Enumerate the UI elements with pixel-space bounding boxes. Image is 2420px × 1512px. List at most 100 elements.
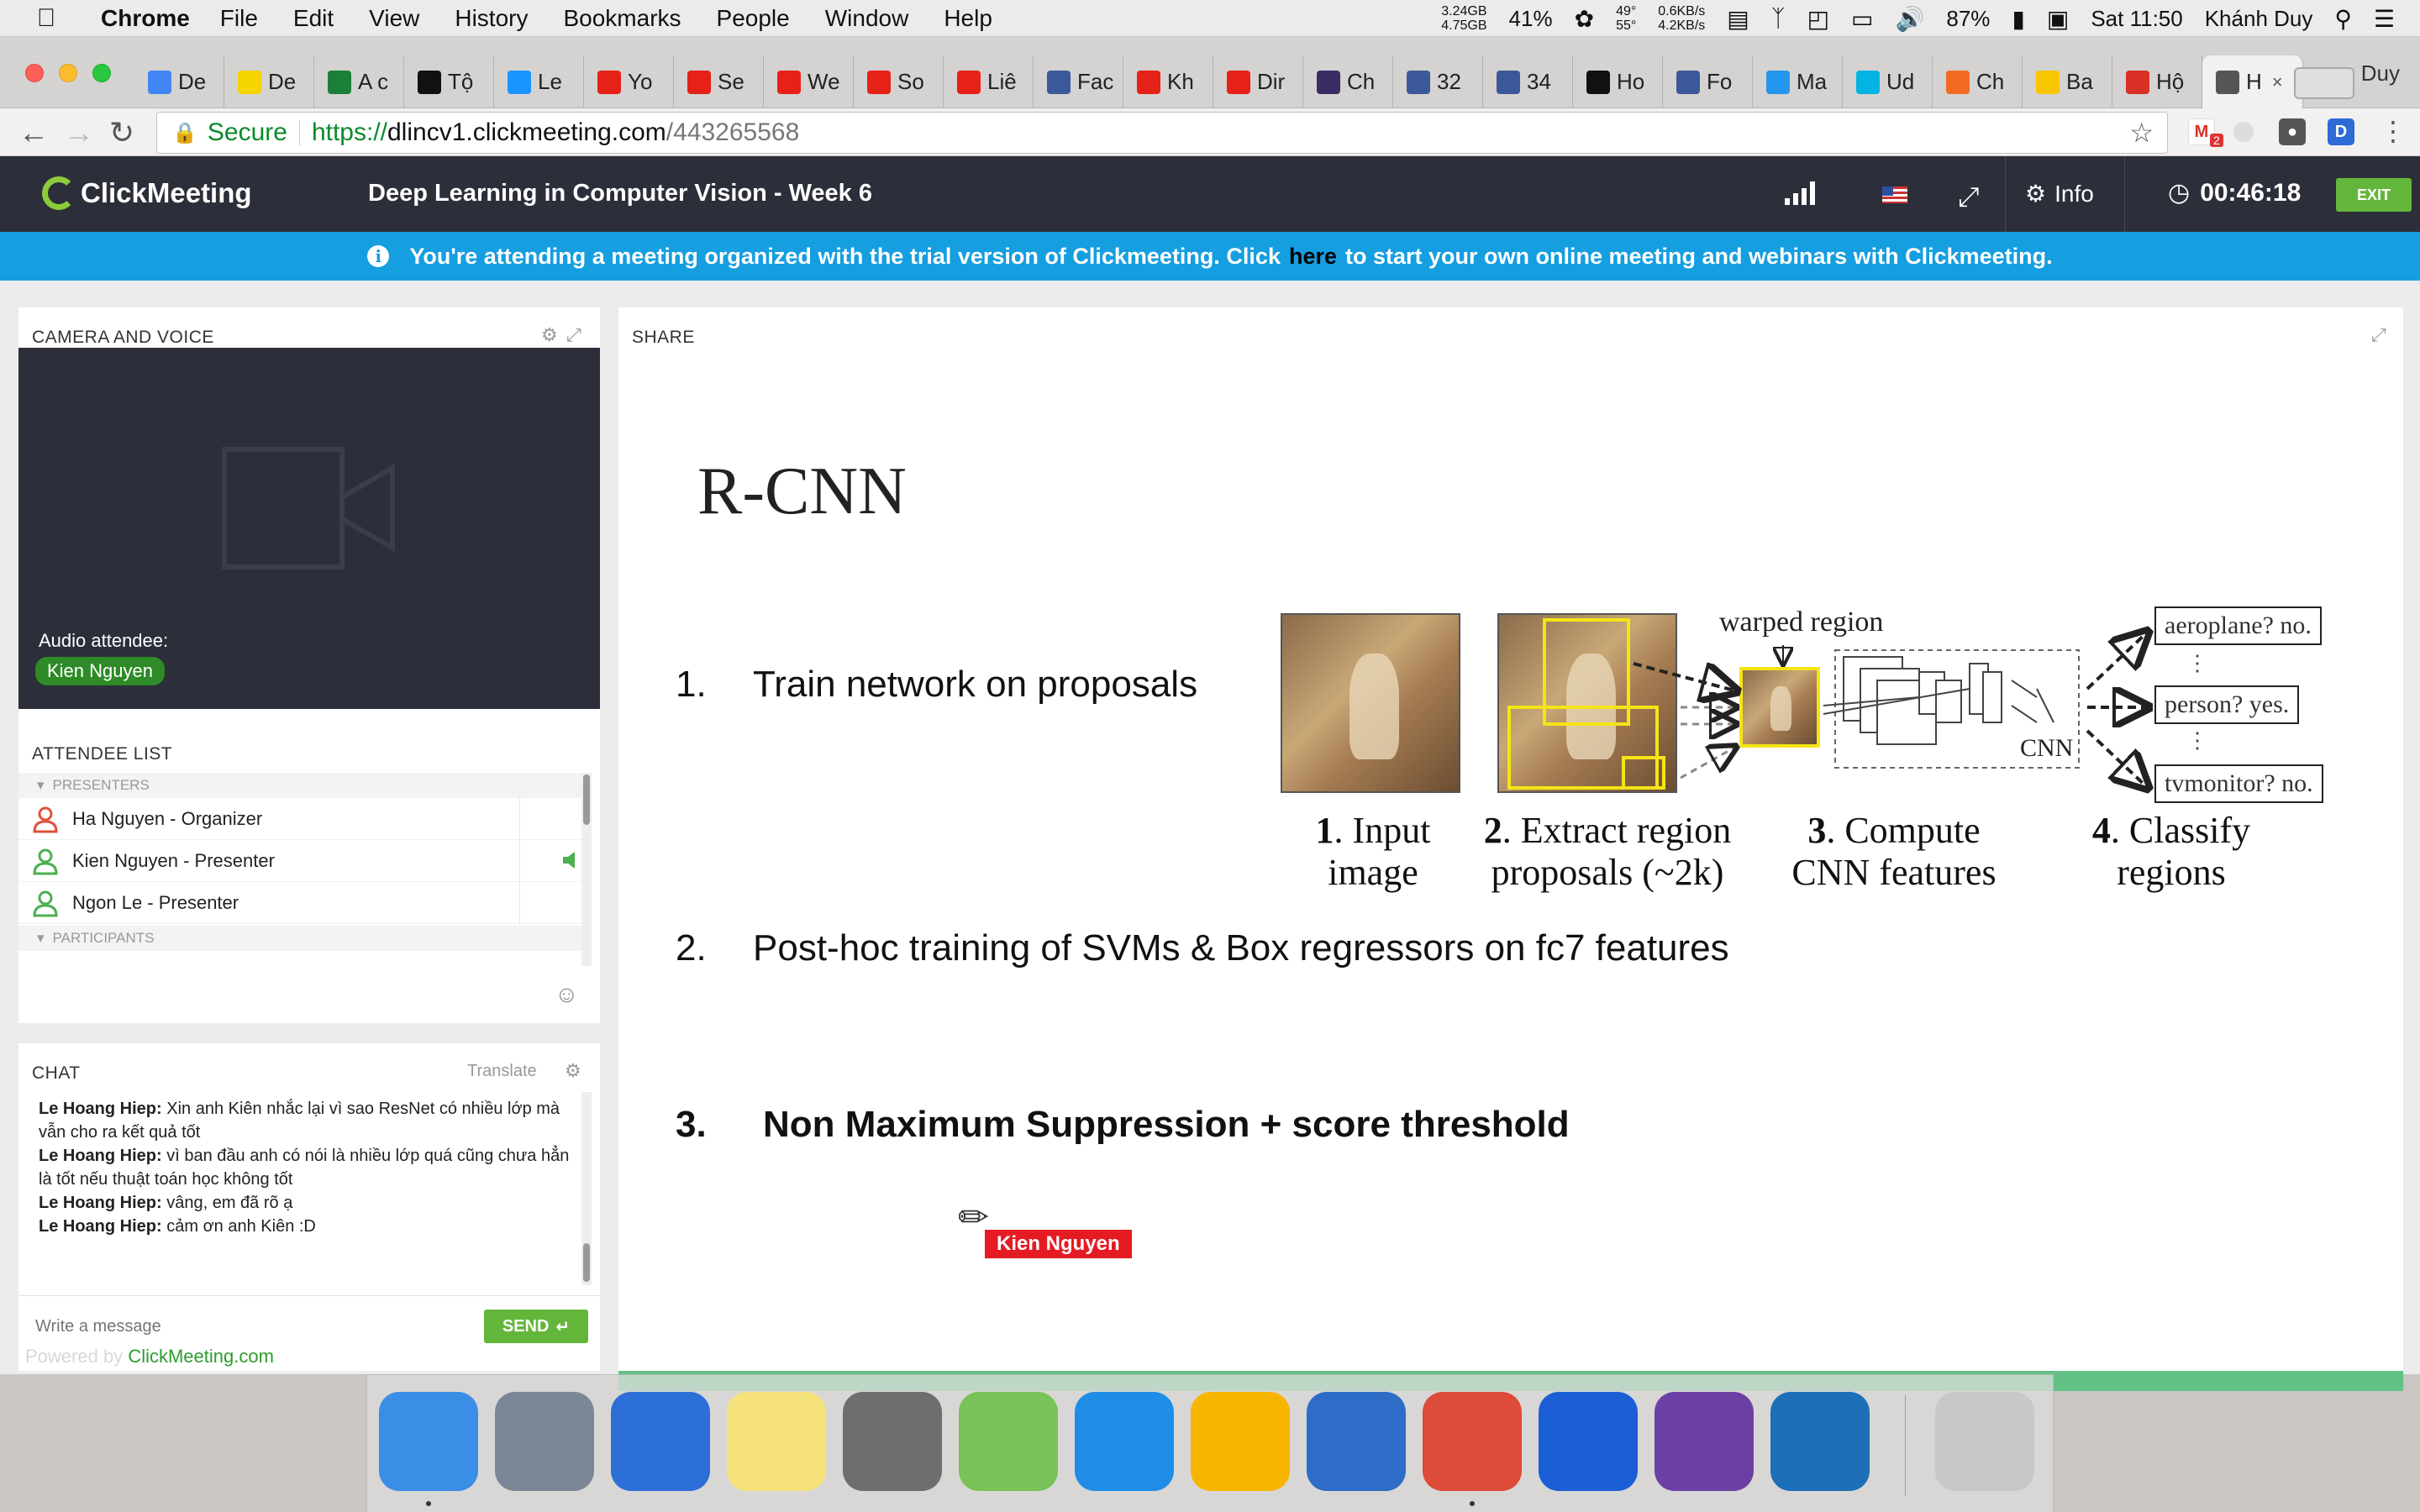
browser-tab[interactable]: Ch <box>1303 55 1393 108</box>
volume-icon[interactable]: 🔊 <box>1896 5 1925 33</box>
address-bar[interactable]: 🔒 Secure https:// dlincv1.clickmeeting.c… <box>156 112 2168 154</box>
bookmark-star-icon[interactable]: ☆ <box>2129 117 2154 149</box>
exit-button[interactable]: EXIT <box>2336 178 2412 212</box>
language-flag-icon[interactable] <box>1882 186 1907 203</box>
bluetooth-icon[interactable]: ᛉ <box>1771 5 1786 32</box>
translate-button[interactable]: Translate <box>467 1062 537 1081</box>
extension-bulb-icon[interactable]: ● <box>2279 118 2306 145</box>
itunes-icon[interactable] <box>611 1392 710 1491</box>
fullscreen-icon[interactable]: ⤢ <box>1958 181 1980 213</box>
browser-tab[interactable]: Yo <box>584 55 674 108</box>
browser-tab[interactable]: 34 <box>1483 55 1573 108</box>
forward-icon[interactable]: → <box>64 115 94 150</box>
presenters-section-header[interactable]: ▾ PRESENTERS <box>18 773 581 798</box>
extension-d-icon[interactable]: D <box>2328 118 2354 145</box>
xcode-icon[interactable] <box>1075 1392 1174 1491</box>
attendee-scrollbar[interactable] <box>581 773 592 966</box>
browser-tab[interactable]: Hộ <box>2112 55 2202 108</box>
browser-tab[interactable]: Le <box>494 55 584 108</box>
banner-here-link[interactable]: here <box>1289 244 1337 270</box>
reload-icon[interactable]: ↻ <box>109 115 134 150</box>
drive-icon[interactable]: ▤ <box>1727 5 1749 33</box>
user-name[interactable]: Khánh Duy <box>2205 6 2313 32</box>
menu-edit[interactable]: Edit <box>293 5 334 32</box>
browser-tab[interactable]: Ba <box>2023 55 2112 108</box>
menu-file[interactable]: File <box>220 5 258 32</box>
launchpad-icon[interactable] <box>495 1392 594 1491</box>
browser-tab[interactable]: Ma <box>1753 55 1843 108</box>
info-button[interactable]: ⚙ Info <box>2025 180 2094 207</box>
apple-icon[interactable]:  <box>22 4 71 33</box>
battery-percent[interactable]: 87% <box>1946 6 1990 32</box>
browser-tab[interactable]: De <box>134 55 224 108</box>
powered-by-link[interactable]: ClickMeeting.com <box>128 1346 274 1367</box>
menu-help[interactable]: Help <box>944 5 992 32</box>
menu-history[interactable]: History <box>455 5 528 32</box>
minimize-window-button[interactable] <box>59 64 77 82</box>
browser-tab[interactable]: Fac <box>1034 55 1123 108</box>
profile-name[interactable]: Duy <box>2361 60 2400 87</box>
browser-tab[interactable]: Liê <box>944 55 1034 108</box>
browser-tab[interactable]: So <box>854 55 944 108</box>
input-source-icon[interactable]: ▣ <box>2047 5 2069 33</box>
new-tab-button[interactable] <box>2294 67 2354 99</box>
wifi-icon[interactable]: ◰ <box>1807 5 1829 33</box>
trash-icon[interactable] <box>1935 1392 2034 1491</box>
chrome-menu-icon[interactable]: ⋮ <box>2380 115 2407 147</box>
finder-icon[interactable] <box>379 1392 478 1491</box>
spotlight-icon[interactable]: ⚲ <box>2334 5 2352 33</box>
browser-tab[interactable]: H × <box>2202 55 2303 108</box>
expand-icon[interactable]: ⤢ <box>566 324 581 346</box>
attendee-row[interactable]: Kien Nguyen - Presenter <box>18 840 581 882</box>
browser-tab[interactable]: A c <box>314 55 404 108</box>
menu-window[interactable]: Window <box>825 5 909 32</box>
settings-gear-icon[interactable]: ⚙ <box>565 1060 581 1082</box>
browser-tab[interactable]: Ud <box>1843 55 1933 108</box>
temperature-stat[interactable]: 49° 55° <box>1616 4 1636 33</box>
cpu-stat[interactable]: 41% <box>1509 6 1553 32</box>
visual-studio-icon[interactable] <box>1655 1392 1754 1491</box>
chat-message-input[interactable] <box>35 1311 472 1341</box>
browser-tab[interactable]: Tộ <box>404 55 494 108</box>
memory-stat[interactable]: 3.24GB 4.75GB <box>1441 4 1486 33</box>
scrollbar-thumb[interactable] <box>583 1243 590 1282</box>
close-tab-icon[interactable]: × <box>2272 71 2283 93</box>
scrollbar-thumb[interactable] <box>583 774 590 825</box>
vmware-icon[interactable] <box>1307 1392 1406 1491</box>
close-window-button[interactable] <box>25 64 44 82</box>
battery-icon[interactable]: ▮ <box>2012 5 2024 33</box>
attendee-row[interactable]: Ha Nguyen - Organizer <box>18 798 581 840</box>
notes-icon[interactable] <box>727 1392 826 1491</box>
browser-tab[interactable]: Dir <box>1213 55 1303 108</box>
emoji-icon[interactable]: ☺ <box>555 981 579 1008</box>
clock[interactable]: Sat 11:50 <box>2091 6 2182 32</box>
participants-section-header[interactable]: ▾ PARTICIPANTS <box>18 926 581 951</box>
send-button[interactable]: SEND ↵ <box>484 1310 588 1343</box>
sourcetree-icon[interactable] <box>1539 1392 1638 1491</box>
vscode-icon[interactable] <box>1770 1392 1870 1491</box>
back-icon[interactable]: ← <box>18 115 49 150</box>
browser-tab[interactable]: De <box>224 55 314 108</box>
browser-tab[interactable]: Se <box>674 55 764 108</box>
browser-tab[interactable]: We <box>764 55 854 108</box>
expand-icon[interactable]: ⤢ <box>2371 324 2386 346</box>
android-studio-icon[interactable] <box>959 1392 1058 1491</box>
browser-tab[interactable]: Ho <box>1573 55 1663 108</box>
menu-people[interactable]: People <box>717 5 790 32</box>
notification-center-icon[interactable]: ☰ <box>2374 5 2395 33</box>
sketch-icon[interactable] <box>1191 1392 1290 1491</box>
browser-tab[interactable]: Ch <box>1933 55 2023 108</box>
browser-tab[interactable]: Kh <box>1123 55 1213 108</box>
app-menu-chrome[interactable]: Chrome <box>101 5 190 32</box>
menu-bookmarks[interactable]: Bookmarks <box>563 5 681 32</box>
zoom-window-button[interactable] <box>92 64 111 82</box>
menu-view[interactable]: View <box>369 5 419 32</box>
attendee-row[interactable]: Ngon Le - Presenter <box>18 882 581 924</box>
airplay-icon[interactable]: ▭ <box>1851 5 1873 33</box>
browser-tab[interactable]: Fo <box>1663 55 1753 108</box>
chat-scrollbar[interactable] <box>581 1092 592 1285</box>
system-preferences-icon[interactable] <box>843 1392 942 1491</box>
browser-tab[interactable]: 32 <box>1393 55 1483 108</box>
chrome-icon[interactable] <box>1423 1392 1522 1491</box>
settings-gear-icon[interactable]: ⚙ <box>541 324 558 346</box>
